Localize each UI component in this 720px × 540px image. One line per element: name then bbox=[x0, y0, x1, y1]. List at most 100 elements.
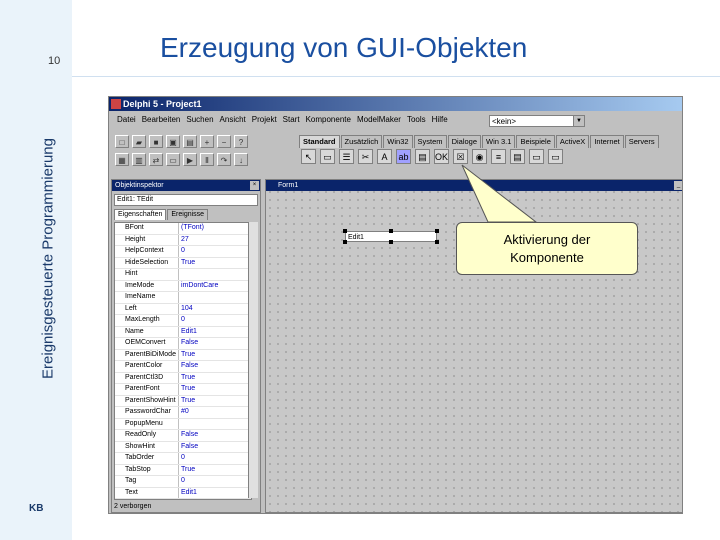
property-value[interactable]: False bbox=[179, 361, 251, 372]
menu-item-2[interactable]: Suchen bbox=[186, 115, 213, 124]
property-value[interactable]: (TFont) bbox=[179, 223, 251, 234]
open-project-icon[interactable]: ▤ bbox=[183, 135, 197, 148]
resize-handle[interactable] bbox=[389, 229, 393, 233]
property-value[interactable]: False bbox=[179, 338, 251, 349]
palette-component-5[interactable]: ab bbox=[396, 149, 411, 164]
property-scrollbar[interactable] bbox=[248, 222, 258, 498]
help-icon[interactable]: ? bbox=[234, 135, 248, 148]
property-row[interactable]: Name Edit1 bbox=[115, 326, 251, 338]
palette-component-11[interactable]: ▤ bbox=[510, 149, 525, 164]
property-value[interactable]: True bbox=[179, 396, 251, 407]
property-row[interactable]: PopupMenu bbox=[115, 418, 251, 430]
menu-item-4[interactable]: Projekt bbox=[252, 115, 277, 124]
resize-handle[interactable] bbox=[389, 240, 393, 244]
menu-item-9[interactable]: Hilfe bbox=[432, 115, 448, 124]
property-row[interactable]: Top56 bbox=[115, 499, 251, 500]
property-value[interactable]: True bbox=[179, 258, 251, 269]
property-row[interactable]: HideSelection True bbox=[115, 257, 251, 269]
property-value[interactable]: False bbox=[179, 442, 251, 453]
close-icon[interactable]: × bbox=[250, 181, 259, 190]
step-icon[interactable]: ↷ bbox=[217, 153, 231, 166]
resize-handle[interactable] bbox=[435, 229, 439, 233]
property-value[interactable]: 0 bbox=[179, 476, 251, 487]
save-icon[interactable]: ■ bbox=[149, 135, 163, 148]
chevron-down-icon[interactable]: ▼ bbox=[573, 116, 584, 126]
property-row[interactable]: BFont (TFont) bbox=[115, 223, 251, 235]
property-value[interactable] bbox=[179, 269, 251, 280]
object-selector[interactable]: Edit1: TEdit bbox=[114, 194, 258, 206]
property-row[interactable]: ParentShowHint True bbox=[115, 395, 251, 407]
property-value[interactable]: 104 bbox=[179, 304, 251, 315]
remove-file-icon[interactable]: − bbox=[217, 135, 231, 148]
palette-tab-2[interactable]: Win32 bbox=[383, 135, 413, 148]
property-value[interactable]: True bbox=[179, 373, 251, 384]
property-row[interactable]: HelpContext 0 bbox=[115, 246, 251, 258]
menu-item-0[interactable]: Datei bbox=[117, 115, 136, 124]
palette-component-0[interactable]: ↖ bbox=[301, 149, 316, 164]
property-value[interactable]: imDontCare bbox=[179, 281, 251, 292]
menu-item-7[interactable]: ModelMaker bbox=[357, 115, 401, 124]
menu-item-1[interactable]: Bearbeiten bbox=[142, 115, 181, 124]
property-value[interactable]: True bbox=[179, 350, 251, 361]
palette-component-1[interactable]: ▭ bbox=[320, 149, 335, 164]
palette-tab-5[interactable]: Win 3.1 bbox=[482, 135, 516, 148]
property-row[interactable]: ShowHint False bbox=[115, 441, 251, 453]
property-row[interactable]: ReadOnly False bbox=[115, 430, 251, 442]
pause-icon[interactable]: Ⅱ bbox=[200, 153, 214, 166]
run-icon[interactable]: ▶ bbox=[183, 153, 197, 166]
palette-tab-6[interactable]: Beispiele bbox=[516, 135, 555, 148]
resize-handle[interactable] bbox=[435, 240, 439, 244]
menu-item-5[interactable]: Start bbox=[283, 115, 300, 124]
palette-component-9[interactable]: ◉ bbox=[472, 149, 487, 164]
new-form-icon[interactable]: ▭ bbox=[166, 153, 180, 166]
property-row[interactable]: ImeMode imDontCare bbox=[115, 280, 251, 292]
palette-component-7[interactable]: OK bbox=[434, 149, 449, 164]
property-value[interactable]: True bbox=[179, 465, 251, 476]
palette-tab-3[interactable]: System bbox=[413, 135, 447, 148]
form-list-icon[interactable]: ▥ bbox=[132, 153, 146, 166]
property-value[interactable]: 27 bbox=[179, 235, 251, 246]
palette-component-12[interactable]: ▭ bbox=[529, 149, 544, 164]
property-value[interactable]: 56 bbox=[179, 499, 251, 500]
property-row[interactable]: ParentColor False bbox=[115, 361, 251, 373]
property-row[interactable]: MaxLength 0 bbox=[115, 315, 251, 327]
add-file-icon[interactable]: + bbox=[200, 135, 214, 148]
palette-tab-1[interactable]: Zusätzlich bbox=[340, 135, 383, 148]
palette-component-13[interactable]: ▭ bbox=[548, 149, 563, 164]
property-value[interactable]: True bbox=[179, 384, 251, 395]
property-value[interactable]: 0 bbox=[179, 453, 251, 464]
property-value[interactable]: #0 bbox=[179, 407, 251, 418]
property-row[interactable]: TabOrder 0 bbox=[115, 453, 251, 465]
property-value[interactable]: Edit1 bbox=[179, 327, 251, 338]
menu-item-3[interactable]: Ansicht bbox=[220, 115, 246, 124]
property-value[interactable]: 0 bbox=[179, 246, 251, 257]
property-row[interactable]: PasswordChar #0 bbox=[115, 407, 251, 419]
inspector-tab-1[interactable]: Ereignisse bbox=[167, 209, 209, 220]
minimize-icon[interactable]: _ bbox=[674, 181, 682, 190]
palette-tab-7[interactable]: ActiveX bbox=[555, 135, 590, 148]
property-row[interactable]: ImeName bbox=[115, 292, 251, 304]
property-value[interactable]: 0 bbox=[179, 315, 251, 326]
unit-list-icon[interactable]: ▦ bbox=[115, 153, 129, 166]
palette-tab-0[interactable]: Standard bbox=[299, 135, 340, 148]
property-row[interactable]: Height 27 bbox=[115, 234, 251, 246]
palette-tab-8[interactable]: Internet bbox=[590, 135, 624, 148]
property-row[interactable]: OEMConvert False bbox=[115, 338, 251, 350]
property-row[interactable]: ParentCtl3D True bbox=[115, 372, 251, 384]
palette-tab-4[interactable]: Dialoge bbox=[447, 135, 481, 148]
toggle-form-icon[interactable]: ⇄ bbox=[149, 153, 163, 166]
resize-handle[interactable] bbox=[343, 229, 347, 233]
property-row[interactable]: Hint bbox=[115, 269, 251, 281]
palette-component-3[interactable]: ✂ bbox=[358, 149, 373, 164]
property-value[interactable]: Edit1 bbox=[179, 488, 251, 499]
palette-component-10[interactable]: ≡ bbox=[491, 149, 506, 164]
property-row[interactable]: Tag 0 bbox=[115, 476, 251, 488]
property-row[interactable]: TabStop True bbox=[115, 464, 251, 476]
menu-item-6[interactable]: Komponente bbox=[306, 115, 351, 124]
palette-component-2[interactable]: ☰ bbox=[339, 149, 354, 164]
palette-tab-9[interactable]: Servers bbox=[624, 135, 659, 148]
inspector-tab-0[interactable]: Eigenschaften bbox=[114, 209, 167, 220]
property-row[interactable]: ParentBiDiMode True bbox=[115, 349, 251, 361]
save-all-icon[interactable]: ▣ bbox=[166, 135, 180, 148]
palette-component-4[interactable]: A bbox=[377, 149, 392, 164]
